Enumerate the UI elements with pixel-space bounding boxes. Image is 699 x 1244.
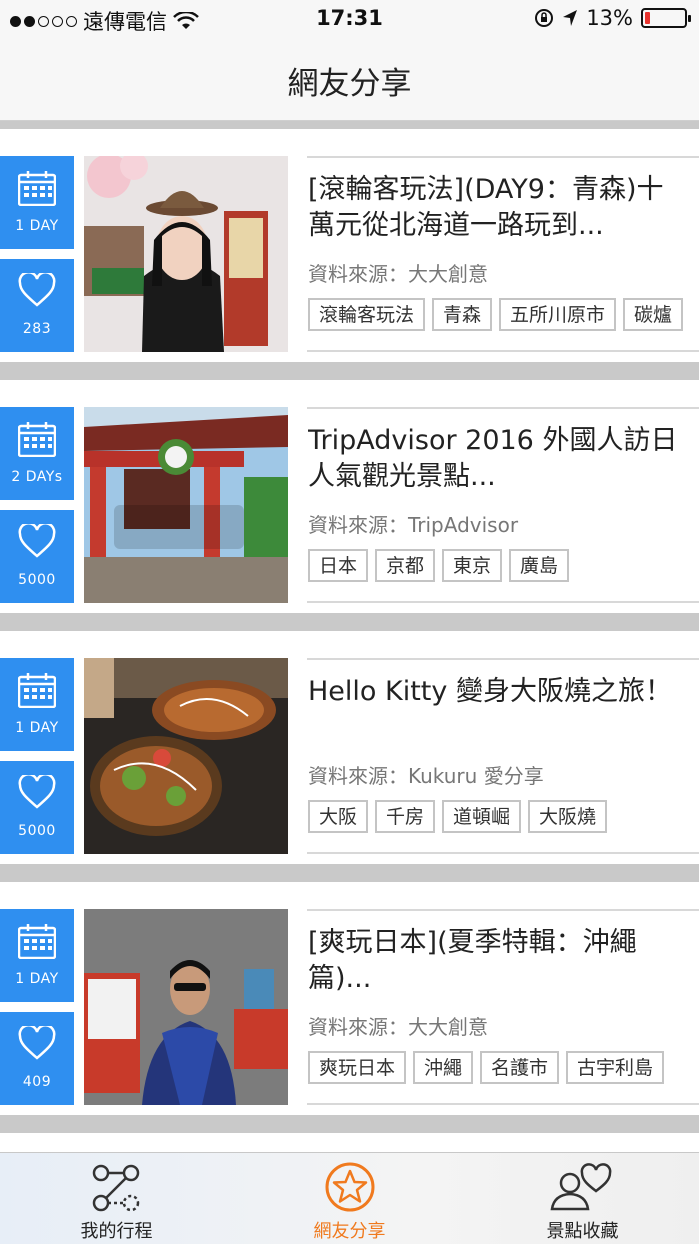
orientation-lock-icon	[535, 9, 554, 27]
battery-icon	[641, 8, 691, 28]
divider	[0, 121, 699, 129]
like-count: 5000	[18, 823, 56, 839]
post-thumbnail[interactable]	[84, 909, 288, 1105]
post-info[interactable]: [爽玩日本](夏季特輯：沖繩篇)... 資料來源：大大創意 爽玩日本 沖繩 名護市古…	[307, 909, 699, 1105]
tag-list: 大阪 千房 道頓崛 大阪燒	[308, 800, 699, 838]
post-card[interactable]: 1 DAY 409 [爽玩日本](夏季特輯：沖繩篇)... 資料來源：大大創意 …	[0, 882, 699, 1115]
tab-label: 我的行程	[80, 1221, 153, 1242]
tag[interactable]: 五所川原市	[499, 298, 617, 331]
post-card[interactable]: 1 DAY 5000 Hello Kitty 變身大阪燒之旅！ 資料來源：Kuk…	[0, 631, 699, 864]
like-button[interactable]: 283	[0, 259, 74, 352]
tag[interactable]: 滾輪客玩法	[308, 298, 426, 331]
tag[interactable]: 廣島	[509, 549, 570, 582]
post-title[interactable]: [爽玩日本](夏季特輯：沖繩篇)...	[308, 925, 688, 997]
post-thumbnail[interactable]	[84, 156, 288, 352]
tab-label: 網友分享	[313, 1221, 386, 1242]
heart-icon	[18, 273, 56, 307]
divider	[0, 613, 699, 631]
tag[interactable]: 大阪燒	[528, 800, 608, 833]
tag[interactable]: 青森	[432, 298, 493, 331]
star-icon	[325, 1162, 374, 1212]
like-button[interactable]: 409	[0, 1012, 74, 1105]
like-button[interactable]: 5000	[0, 510, 74, 603]
tag[interactable]: 名護市	[480, 1051, 560, 1084]
heart-icon	[18, 524, 56, 558]
post-source: 資料來源：TripAdvisor	[308, 513, 519, 537]
battery-percent: 13%	[586, 6, 633, 30]
calendar-icon	[18, 924, 56, 959]
post-card[interactable]: 2 DAYs 5000 TripAdvisor 2016 外國人訪日人氣觀光景點…	[0, 380, 699, 613]
tag[interactable]: 京都	[375, 549, 436, 582]
post-title[interactable]: [滾輪客玩法](DAY9：青森)十萬元從北海道一路玩到...	[308, 172, 688, 244]
page-title: 網友分享	[287, 66, 412, 102]
calendar-icon	[18, 422, 56, 457]
post-info[interactable]: Hello Kitty 變身大阪燒之旅！ 資料來源：Kukuru 愛分享 大阪千…	[307, 658, 699, 854]
post-card[interactable]: 1 DAY 283 [滾輪客玩法](DAY9：青森)十萬元從北海道一路玩到...…	[0, 129, 699, 362]
tag[interactable]: 道頓崛	[442, 800, 522, 833]
tag[interactable]: 東京	[442, 549, 503, 582]
battery-level	[645, 12, 650, 24]
tag[interactable]: 大阪	[308, 800, 369, 833]
post-thumbnail[interactable]	[84, 658, 288, 854]
location-arrow-icon	[563, 10, 578, 26]
navigation-bar: 網友分享	[0, 40, 699, 121]
tab-my-itinerary[interactable]: 我的行程	[0, 1153, 233, 1244]
route-icon	[92, 1164, 139, 1212]
tag-list: 日本 京都 東京 廣島	[308, 549, 699, 587]
post-list[interactable]: 1 DAY 283 [滾輪客玩法](DAY9：青森)十萬元從北海道一路玩到...…	[0, 121, 699, 1133]
like-button[interactable]: 5000	[0, 761, 74, 854]
trip-days-badge: 1 DAY	[0, 658, 74, 751]
divider	[0, 362, 699, 380]
status-bar: 遠傳電信 17:31 13%	[0, 0, 699, 40]
calendar-icon	[18, 673, 56, 708]
divider	[0, 1115, 699, 1133]
tab-user-share[interactable]: 網友分享	[233, 1153, 466, 1244]
tag[interactable]: 碳爐	[623, 298, 684, 331]
like-count: 5000	[18, 572, 56, 588]
post-source: 資料來源：Kukuru 愛分享	[308, 764, 544, 788]
status-right: 13%	[534, 6, 691, 30]
trip-days-badge: 2 DAYs	[0, 407, 74, 500]
tag[interactable]: 沖繩	[413, 1051, 474, 1084]
like-count: 283	[22, 321, 52, 337]
tag-list: 滾輪客玩法 青森 五所川原市 碳爐	[308, 298, 699, 336]
tag[interactable]: 千房	[375, 800, 436, 833]
trip-days-label: 1 DAY	[15, 720, 59, 736]
tab-label: 景點收藏	[546, 1221, 619, 1242]
heart-icon	[18, 1026, 56, 1060]
post-source: 資料來源：大大創意	[308, 1015, 488, 1039]
tag-list: 爽玩日本 沖繩 名護市 古宇利島	[308, 1051, 699, 1089]
tab-bar: 我的行程 網友分享 景點收藏	[0, 1152, 699, 1244]
trip-days-label: 1 DAY	[15, 218, 59, 234]
tag[interactable]: 爽玩日本	[308, 1051, 407, 1084]
trip-days-label: 2 DAYs	[11, 469, 63, 485]
divider	[0, 864, 699, 882]
trip-days-label: 1 DAY	[15, 971, 59, 987]
post-info[interactable]: [滾輪客玩法](DAY9：青森)十萬元從北海道一路玩到... 資料來源：大大創意…	[307, 156, 699, 352]
post-title[interactable]: Hello Kitty 變身大阪燒之旅！	[308, 674, 688, 710]
user-heart-icon	[550, 1163, 611, 1211]
like-count: 409	[22, 1074, 52, 1090]
post-title[interactable]: TripAdvisor 2016 外國人訪日人氣觀光景點...	[308, 423, 688, 495]
trip-days-badge: 1 DAY	[0, 909, 74, 1002]
post-info[interactable]: TripAdvisor 2016 外國人訪日人氣觀光景點... 資料來源：Tri…	[307, 407, 699, 603]
tab-favorites[interactable]: 景點收藏	[466, 1153, 699, 1244]
tag[interactable]: 日本	[308, 549, 369, 582]
post-thumbnail[interactable]	[84, 407, 288, 603]
trip-days-badge: 1 DAY	[0, 156, 74, 249]
heart-icon	[18, 775, 56, 809]
tag[interactable]: 古宇利島	[566, 1051, 665, 1084]
post-source: 資料來源：大大創意	[308, 262, 488, 286]
calendar-icon	[18, 171, 56, 206]
